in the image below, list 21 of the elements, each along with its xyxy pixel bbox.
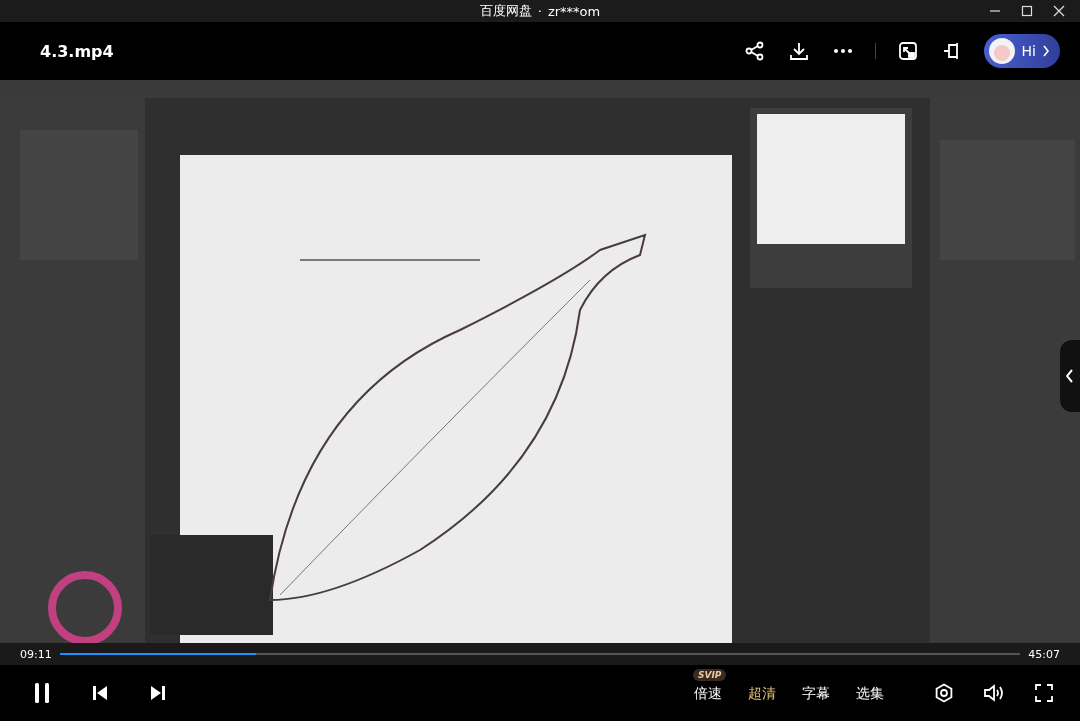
skip-back-icon xyxy=(92,685,108,701)
account-name: zr***om xyxy=(547,3,601,19)
player-option[interactable]: 倍速 xyxy=(694,685,722,703)
volume-icon[interactable] xyxy=(982,681,1006,705)
skip-forward-icon xyxy=(150,685,166,701)
avatar-icon xyxy=(987,37,1016,65)
assistant-button[interactable]: Hi xyxy=(983,34,1060,68)
elapsed-time: 09:11 xyxy=(20,647,52,661)
total-time: 45:07 xyxy=(1028,647,1060,661)
fullscreen-icon[interactable] xyxy=(1032,681,1056,705)
title-separator: · xyxy=(537,3,542,19)
maximize-icon xyxy=(1021,5,1033,17)
collapse-handle[interactable] xyxy=(1060,340,1080,412)
vip-badge: SVIP xyxy=(692,669,727,681)
player-option[interactable]: 超清 xyxy=(748,685,776,703)
app-title: 百度网盘 xyxy=(479,2,532,20)
close-icon xyxy=(1053,5,1065,17)
player-option[interactable]: 选集 xyxy=(856,685,884,703)
chevron-right-icon xyxy=(1042,45,1050,57)
player-option[interactable]: 字幕 xyxy=(802,685,830,703)
video-title: 4.3.mp4 xyxy=(40,41,114,61)
